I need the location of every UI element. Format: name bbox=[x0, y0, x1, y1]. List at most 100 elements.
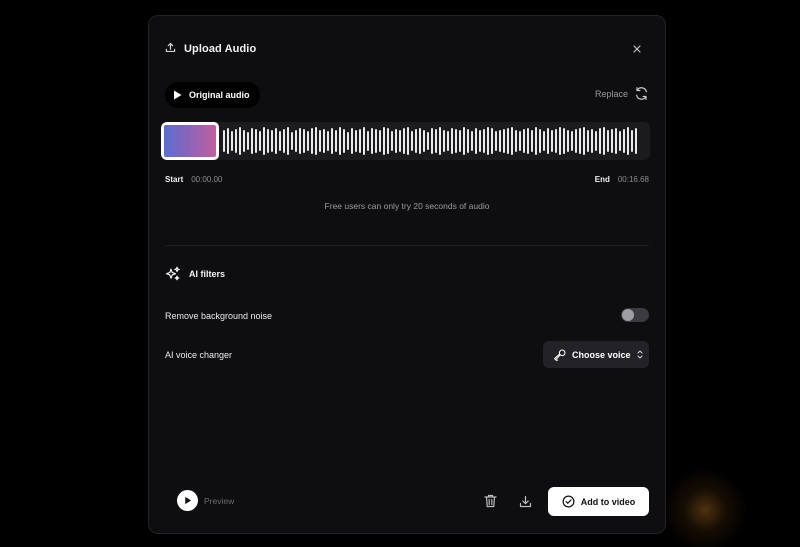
waveform-bar bbox=[519, 131, 521, 151]
waveform-bar bbox=[223, 130, 225, 152]
waveform-bar bbox=[399, 130, 401, 152]
audio-waveform[interactable] bbox=[161, 122, 650, 160]
waveform-bar bbox=[259, 131, 261, 151]
waveform-bar bbox=[403, 128, 405, 154]
start-label: Start bbox=[165, 175, 184, 184]
waveform-bar bbox=[543, 131, 545, 151]
waveform-bar bbox=[343, 129, 345, 153]
waveform-bar bbox=[243, 130, 245, 152]
preview-play-circle bbox=[177, 490, 198, 511]
download-icon bbox=[519, 495, 531, 507]
play-icon bbox=[185, 496, 192, 505]
waveform-bar bbox=[567, 130, 569, 152]
choose-voice-label: Choose voice bbox=[572, 349, 631, 360]
waveform-bar bbox=[415, 129, 417, 153]
ai-filters-title: AI filters bbox=[189, 269, 226, 279]
waveform-bar bbox=[435, 129, 437, 153]
waveform-bar bbox=[255, 129, 257, 153]
remove-noise-label: Remove background noise bbox=[165, 311, 273, 321]
waveform-bar bbox=[311, 128, 313, 154]
start-time-value: 00:00.00 bbox=[191, 175, 223, 184]
preview-label: Preview bbox=[204, 495, 235, 506]
add-to-video-button[interactable]: Add to video bbox=[548, 487, 649, 516]
end-time: End 00:16.68 bbox=[595, 175, 649, 184]
close-button[interactable] bbox=[629, 41, 645, 57]
waveform-bar bbox=[395, 129, 397, 153]
waveform-bar bbox=[515, 130, 517, 152]
waveform-bar bbox=[455, 129, 457, 153]
waveform-bar bbox=[599, 128, 601, 154]
original-audio-play-button[interactable]: Original audio bbox=[165, 82, 260, 108]
waveform-bar bbox=[323, 129, 325, 153]
microphone-icon bbox=[554, 348, 566, 361]
waveform-bar bbox=[391, 131, 393, 151]
waveform-bar bbox=[371, 128, 373, 154]
preview-button[interactable]: Preview bbox=[177, 490, 234, 511]
waveform-bar bbox=[423, 130, 425, 152]
waveform-bar bbox=[463, 127, 465, 155]
waveform-bar bbox=[235, 129, 237, 153]
waveform-bar bbox=[439, 127, 441, 155]
waveform-bar bbox=[231, 131, 233, 151]
start-time: Start 00:00.00 bbox=[165, 175, 222, 184]
download-button[interactable] bbox=[517, 493, 533, 509]
end-time-value: 00:16.68 bbox=[617, 175, 649, 184]
waveform-bar bbox=[471, 131, 473, 151]
waveform-bar bbox=[591, 129, 593, 153]
waveform-bar bbox=[587, 130, 589, 152]
waveform-bar bbox=[431, 128, 433, 154]
waveform-bar bbox=[531, 130, 533, 152]
range-end-grip[interactable] bbox=[216, 135, 219, 151]
delete-button[interactable] bbox=[482, 493, 498, 509]
waveform-bar bbox=[511, 127, 513, 155]
waveform-bar bbox=[603, 127, 605, 155]
waveform-bar bbox=[523, 129, 525, 153]
waveform-bar bbox=[551, 130, 553, 152]
trash-icon bbox=[483, 494, 497, 508]
waveform-bar bbox=[407, 127, 409, 155]
choose-voice-button[interactable]: Choose voice bbox=[543, 341, 649, 368]
waveform-bar bbox=[375, 129, 377, 153]
background-glow bbox=[660, 470, 750, 547]
waveform-bar bbox=[263, 127, 265, 155]
waveform-bar bbox=[379, 130, 381, 152]
waveform-bar bbox=[451, 128, 453, 154]
replace-button[interactable]: Replace bbox=[595, 86, 649, 101]
waveform-bar bbox=[571, 131, 573, 151]
replace-label: Replace bbox=[594, 88, 628, 99]
waveform-bar bbox=[267, 129, 269, 153]
selection-range-handle[interactable] bbox=[161, 122, 219, 160]
waveform-bar bbox=[483, 129, 485, 153]
waveform-bar bbox=[447, 131, 449, 151]
waveform-bar bbox=[539, 129, 541, 153]
waveform-bar bbox=[607, 130, 609, 152]
original-audio-label: Original audio bbox=[189, 90, 250, 100]
waveform-bar bbox=[623, 129, 625, 153]
waveform-bar bbox=[411, 131, 413, 151]
dialog-title: Upload Audio bbox=[184, 43, 257, 55]
check-circle-icon bbox=[562, 495, 575, 508]
waveform-bar bbox=[387, 128, 389, 154]
waveform-bar bbox=[239, 127, 241, 155]
waveform-bar bbox=[443, 130, 445, 152]
waveform-bar bbox=[271, 130, 273, 152]
ai-filters-heading: AI filters bbox=[165, 266, 225, 282]
waveform-bar bbox=[579, 128, 581, 154]
waveform-bar bbox=[495, 131, 497, 151]
waveform-bar bbox=[427, 132, 429, 150]
range-start-grip[interactable] bbox=[161, 135, 164, 151]
waveform-bar bbox=[555, 129, 557, 153]
waveform-bar bbox=[351, 128, 353, 154]
waveform-bar bbox=[419, 128, 421, 154]
waveform-bar bbox=[275, 128, 277, 154]
waveform-bar bbox=[527, 128, 529, 154]
waveform-bar bbox=[247, 132, 249, 150]
remove-noise-toggle[interactable] bbox=[621, 308, 649, 322]
voice-changer-label: AI voice changer bbox=[165, 350, 233, 360]
waveform-bar bbox=[367, 131, 369, 151]
refresh-icon bbox=[636, 87, 647, 100]
waveform-bar bbox=[279, 131, 281, 151]
waveform-bar bbox=[467, 129, 469, 153]
waveform-bar bbox=[615, 128, 617, 154]
waveform-bar bbox=[299, 128, 301, 154]
